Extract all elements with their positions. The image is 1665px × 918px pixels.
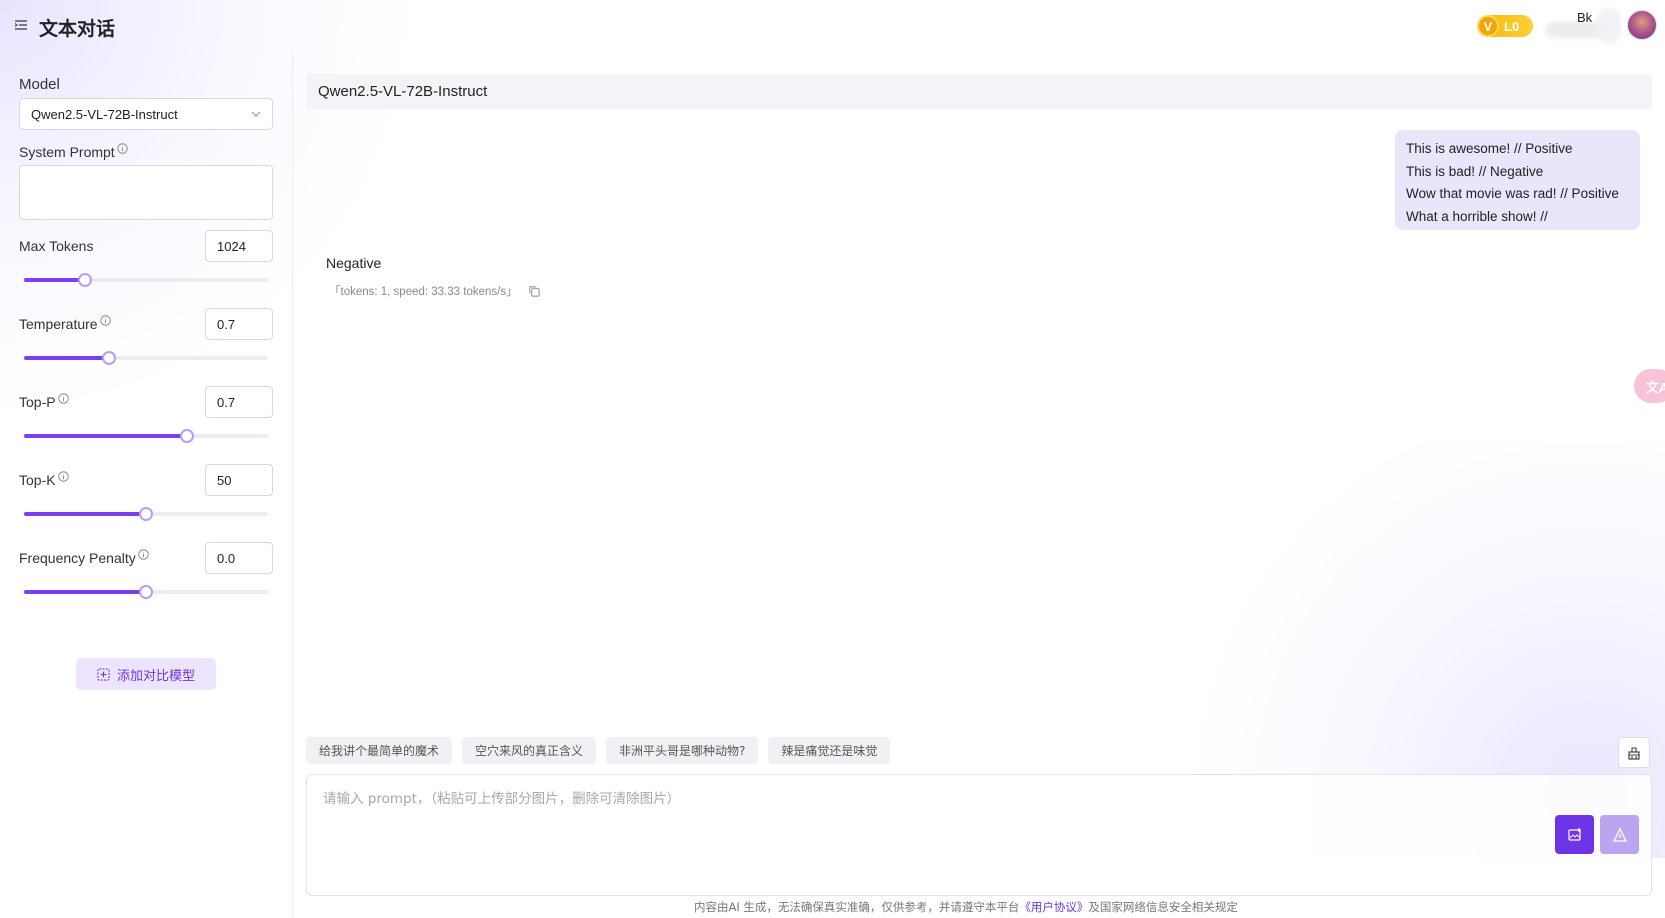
disclaimer-footer: 内容由AI 生成，无法确保真实准确，仅供参考，并请遵守本平台《用户协议》及国家网… [694,899,1238,915]
suggestion-chip[interactable]: 空穴来风的真正含义 [462,737,597,764]
top-p-input[interactable]: 0.7 [205,386,273,418]
image-upload-icon [1567,827,1581,841]
slider-track [24,512,146,516]
footer-text-after: 及国家网络信息安全相关规定 [1088,900,1238,914]
page-title: 文本对话 [39,18,116,40]
model-select[interactable]: Qwen2.5-VL-72B-Instruct [19,98,273,130]
menu-collapse-icon[interactable] [14,18,28,32]
vip-icon: V [1477,15,1499,37]
user-agreement-link[interactable]: 《用户协议》 [1019,900,1088,914]
footer-text-before: 内容由AI 生成，无法确保真实准确，仅供参考，并请遵守本平台 [694,900,1020,914]
user-message-line: Wow that movie was rad! // Positive [1406,186,1619,201]
translate-float-button[interactable]: 文A [1634,369,1665,403]
user-name[interactable]: Bk [1577,10,1592,25]
current-model-name: Qwen2.5-VL-72B-Instruct [318,83,488,100]
user-message-bubble: This is awesome! // Positive This is bad… [1395,130,1640,230]
assistant-reply: Negative [326,255,382,271]
slider-handle[interactable] [139,507,153,521]
slider-handle[interactable] [139,585,153,599]
slider-track [24,278,85,282]
top-k-input[interactable]: 50 [205,464,273,496]
top-k-slider[interactable] [24,507,268,521]
clear-history-button[interactable] [1618,737,1650,768]
current-model-bar: Qwen2.5-VL-72B-Instruct [306,74,1652,109]
top-p-label-text: Top-P [19,394,56,410]
user-name-blur [1597,8,1621,44]
send-icon [1612,827,1627,842]
send-button[interactable] [1600,815,1639,854]
upload-image-button[interactable] [1555,815,1594,854]
info-icon[interactable] [99,314,111,326]
frequency-penalty-slider[interactable] [24,585,268,599]
model-label: Model [19,76,60,93]
prompt-input[interactable] [307,775,1651,895]
max-tokens-label-text: Max Tokens [19,238,94,254]
max-tokens-slider[interactable] [24,273,268,287]
max-tokens-label: Max Tokens [19,238,93,254]
max-tokens-input[interactable]: 1024 [205,230,273,262]
top-p-slider[interactable] [24,429,268,443]
frequency-penalty-label: Frequency Penalty [19,548,149,566]
slider-handle[interactable] [78,273,92,287]
slider-handle[interactable] [102,351,117,365]
vip-level: L0 [1504,18,1520,34]
add-compare-model-label: 添加对比模型 [116,668,195,684]
suggestion-chip[interactable]: 给我讲个最简单的魔术 [306,737,453,764]
info-icon[interactable] [57,392,69,404]
vip-badge[interactable]: V L0 [1477,15,1533,37]
slider-track [24,434,188,438]
system-prompt-label: System Prompt [19,142,128,160]
top-p-label: Top-P [19,392,69,410]
reply-token-stats: 「tokens: 1, speed: 33.33 tokens/s」 [329,286,518,298]
user-message-line: What a horrible show! // [1406,208,1548,224]
user-message-line: This is bad! // Negative [1406,163,1544,179]
reply-meta: 「tokens: 1, speed: 33.33 tokens/s」 [329,283,541,299]
prompt-box [306,774,1652,896]
top-k-label-text: Top-K [19,472,56,488]
temperature-label-text: Temperature [19,316,98,332]
info-icon[interactable] [57,470,69,482]
slider-handle[interactable] [180,429,195,443]
translate-icon: 文A [1646,380,1665,395]
system-prompt-label-text: System Prompt [19,144,115,160]
slider-track [24,590,146,594]
header: 文本对话 V L0 Bk [0,0,1665,52]
temperature-input[interactable]: 0.7 [205,308,273,340]
temperature-slider[interactable] [24,351,268,365]
top-k-label: Top-K [19,470,69,488]
chevron-down-icon [251,111,261,117]
suggestion-chip[interactable]: 非洲平头哥是哪种动物? [606,737,759,764]
info-icon[interactable] [116,142,128,154]
frequency-penalty-label-text: Frequency Penalty [19,550,136,566]
settings-sidebar: Model Qwen2.5-VL-72B-Instruct System Pro… [0,52,293,918]
copy-icon[interactable] [528,285,541,298]
info-icon[interactable] [138,548,149,560]
temperature-label: Temperature [19,314,111,332]
avatar[interactable] [1627,10,1657,40]
user-message-line: This is awesome! // Positive [1406,141,1573,156]
compare-icon [97,667,110,681]
broom-icon [1628,746,1640,760]
model-select-value: Qwen2.5-VL-72B-Instruct [31,106,178,122]
frequency-penalty-input[interactable]: 0.0 [205,542,273,574]
add-compare-model-button[interactable]: 添加对比模型 [76,658,216,690]
suggestion-chip[interactable]: 辣是痛觉还是味觉 [768,737,891,764]
suggestion-chips: 给我讲个最简单的魔术 空穴来风的真正含义 非洲平头哥是哪种动物? 辣是痛觉还是味… [306,737,891,764]
system-prompt-input[interactable] [19,165,273,220]
slider-track [24,356,110,360]
